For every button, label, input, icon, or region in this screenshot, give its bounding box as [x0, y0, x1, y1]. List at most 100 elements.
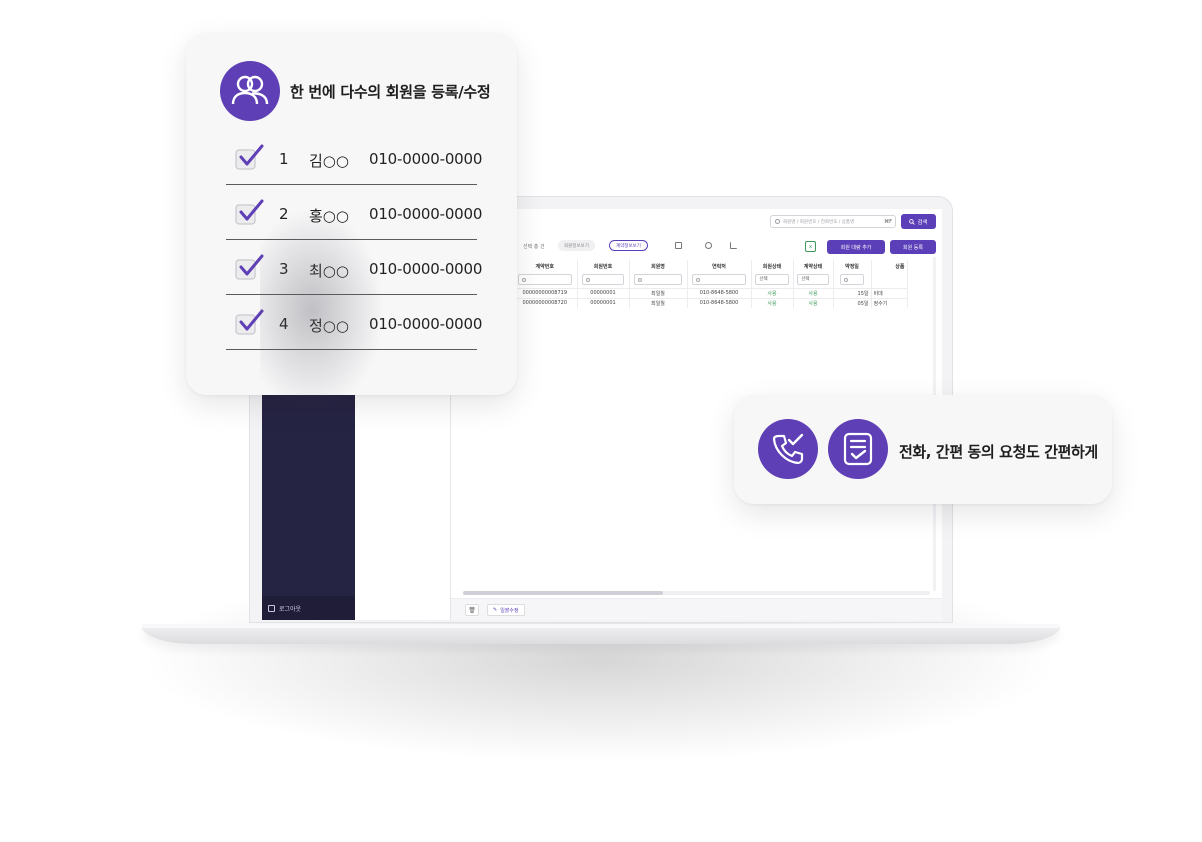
- member-phone: 010-0000-0000: [369, 150, 483, 168]
- check-icon[interactable]: [234, 198, 264, 226]
- document-check-icon: [843, 432, 873, 466]
- cell-due-day: 05일: [833, 297, 872, 308]
- edit-icon: ✎: [493, 607, 498, 613]
- bottom-bar: 🗑 ✎ 일괄수정: [451, 598, 942, 620]
- check-icon[interactable]: [234, 143, 264, 171]
- filter-row: 선택 선택: [513, 272, 908, 288]
- bulk-edit-button[interactable]: ✎ 일괄수정: [487, 604, 525, 616]
- member-phone: 010-0000-0000: [369, 260, 483, 278]
- cell-member-status: 사용: [751, 287, 794, 298]
- filter-input[interactable]: [840, 274, 864, 286]
- logout-icon: [268, 604, 275, 612]
- check-icon[interactable]: [234, 308, 264, 336]
- member-number: 3: [279, 260, 289, 278]
- table-row[interactable]: 00000000008720 00000001 최일월 010-8648-580…: [513, 297, 908, 308]
- col-header[interactable]: 계약번호: [513, 260, 578, 272]
- col-header[interactable]: 회원상태: [751, 260, 794, 272]
- member-number: 2: [279, 205, 289, 223]
- member-phone: 010-0000-0000: [369, 205, 483, 223]
- filter-cell[interactable]: 선택: [751, 272, 794, 288]
- table-header: 계약번호 회원번호 회원명 연락처 회원상태 계약상태 약정일 상품: [513, 260, 908, 272]
- filter-cell: [871, 272, 908, 288]
- cell-name: 최일월: [629, 297, 688, 308]
- copy-icon[interactable]: [675, 242, 682, 249]
- cell-due-day: 15일: [833, 287, 872, 298]
- member-phone: 010-0000-0000: [369, 315, 483, 333]
- phone-check-icon: [772, 433, 804, 465]
- member-table: 계약번호 회원번호 회원명 연락처 회원상태 계약상태 약정일 상품 선택 선택…: [513, 260, 908, 308]
- chart-icon[interactable]: [730, 242, 737, 249]
- filter-input[interactable]: [517, 274, 572, 286]
- search-shortcut: ⌘F: [884, 218, 892, 225]
- col-header[interactable]: 연락처: [687, 260, 752, 272]
- users-icon-badge: [220, 61, 280, 121]
- filter-input[interactable]: [581, 274, 625, 286]
- cell-contract-no: 00000000008719: [513, 287, 578, 298]
- horizontal-scrollbar[interactable]: [463, 591, 930, 595]
- filter-input[interactable]: [692, 274, 746, 286]
- member-name: 김○○: [309, 152, 349, 170]
- stage: 로그아웃 회원명 / 회원번호 / 전화번호 / 상품명 ⌘F 검색 선택 총 …: [0, 0, 1202, 842]
- logout-label: 로그아웃: [279, 605, 302, 613]
- member-name: 정○○: [309, 317, 349, 335]
- laptop-base: [142, 624, 1060, 644]
- col-header[interactable]: 상품: [871, 260, 908, 272]
- col-header[interactable]: 약정일: [833, 260, 872, 272]
- excel-icon[interactable]: x: [805, 241, 816, 252]
- member-number: 1: [279, 150, 289, 168]
- cell-contract-status: 사용: [793, 297, 834, 308]
- cell-product: 정수기: [871, 297, 908, 308]
- request-card: 전화, 간편 동의 요청도 간편하게: [734, 395, 1112, 504]
- col-header[interactable]: 계약상태: [793, 260, 834, 272]
- cell-phone: 010-8648-5800: [687, 297, 752, 308]
- filter-cell[interactable]: [577, 272, 630, 288]
- filter-input[interactable]: [634, 274, 682, 286]
- member-row[interactable]: 2 홍○○ 010-0000-0000: [226, 185, 482, 240]
- register-member-button[interactable]: 회원 등록: [890, 240, 936, 254]
- scrollbar-thumb[interactable]: [463, 591, 663, 595]
- bulk-edit-label: 일괄수정: [500, 607, 519, 614]
- cell-product: 비데: [871, 287, 908, 298]
- filter-cell[interactable]: [833, 272, 872, 288]
- filter-select[interactable]: 선택: [755, 274, 789, 286]
- member-row[interactable]: 1 김○○ 010-0000-0000: [226, 130, 482, 185]
- document-check-badge: [828, 419, 888, 479]
- toolbar: 선택 총 건 회원정보보기 계약정보보기 x 회원 대량 추가 회원 등록: [451, 237, 942, 257]
- filter-select[interactable]: 선택: [797, 274, 829, 286]
- add-target-button[interactable]: 회원 대량 추가: [827, 240, 885, 254]
- check-icon[interactable]: [234, 253, 264, 281]
- cell-name: 최일월: [629, 287, 688, 298]
- filter-cell[interactable]: 선택: [793, 272, 834, 288]
- member-name: 홍○○: [309, 207, 349, 225]
- filter-cell[interactable]: [629, 272, 688, 288]
- col-header[interactable]: 회원번호: [577, 260, 630, 272]
- search-icon: [909, 218, 916, 225]
- member-row[interactable]: 3 최○○ 010-0000-0000: [226, 240, 482, 295]
- cell-contract-no: 00000000008720: [513, 297, 578, 308]
- cell-contract-status: 사용: [793, 287, 834, 298]
- member-name: 최○○: [309, 262, 349, 280]
- logout-button[interactable]: 로그아웃: [262, 596, 355, 620]
- member-row[interactable]: 4 정○○ 010-0000-0000: [226, 295, 482, 350]
- cell-member-no: 00000001: [577, 287, 630, 298]
- table-row[interactable]: 00000000008719 00000001 최일월 010-8648-580…: [513, 287, 908, 298]
- tab-member-info[interactable]: 회원정보보기: [558, 240, 595, 251]
- cell-member-no: 00000001: [577, 297, 630, 308]
- selected-count: 선택 총 건: [523, 244, 545, 250]
- trash-icon[interactable]: 🗑: [465, 604, 479, 616]
- filter-cell[interactable]: [513, 272, 578, 288]
- search-button-label: 검색: [917, 219, 928, 226]
- phone-icon[interactable]: [705, 242, 712, 249]
- request-card-text: 전화, 간편 동의 요청도 간편하게: [899, 443, 1098, 461]
- cell-phone: 010-8648-5800: [687, 287, 752, 298]
- users-icon: [231, 75, 269, 105]
- member-number: 4: [279, 315, 289, 333]
- col-header[interactable]: 회원명: [629, 260, 688, 272]
- card-title: 한 번에 다수의 회원을 등록/수정: [290, 83, 491, 101]
- filter-cell[interactable]: [687, 272, 752, 288]
- phone-check-badge: [758, 419, 818, 479]
- tab-contract-info[interactable]: 계약정보보기: [609, 240, 648, 251]
- search-input[interactable]: 회원명 / 회원번호 / 전화번호 / 상품명 ⌘F: [770, 215, 896, 228]
- bulk-register-card: 한 번에 다수의 회원을 등록/수정 1 김○○ 010-0000-0000 2…: [186, 33, 517, 395]
- search-button[interactable]: 검색: [901, 214, 936, 229]
